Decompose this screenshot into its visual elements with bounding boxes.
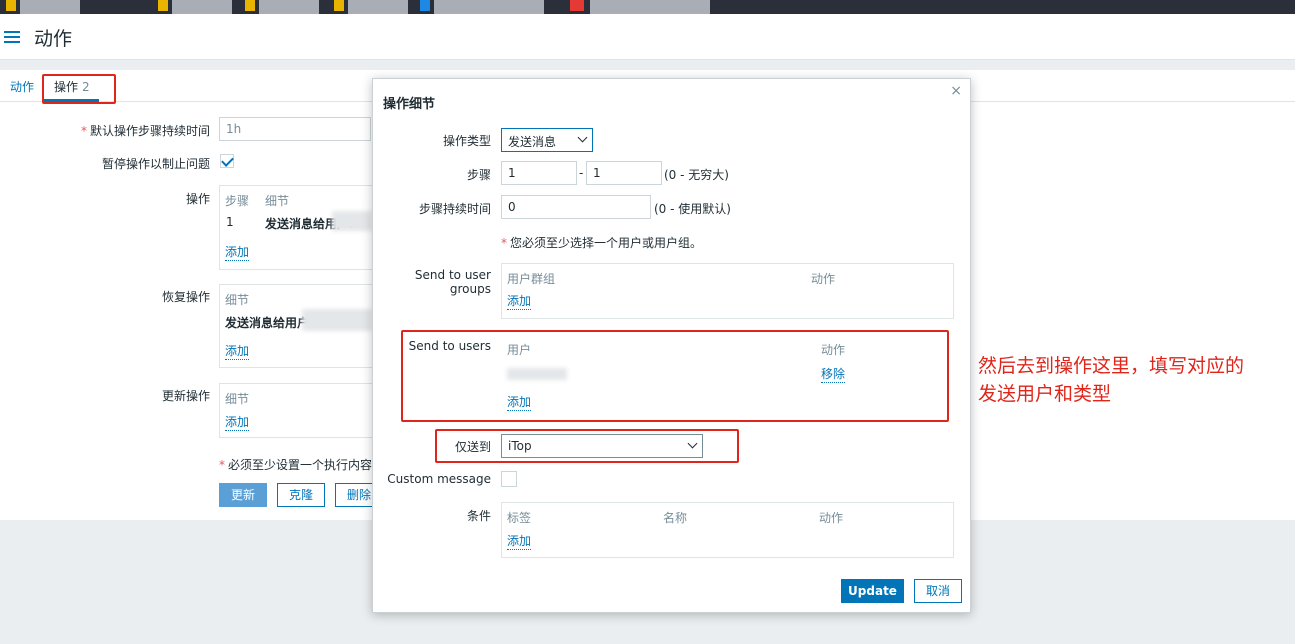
operations-table: 步骤 细节 1 发送消息给用户: 添加 <box>219 185 379 270</box>
custom-message-label: Custom message <box>387 472 491 486</box>
folder-icon[interactable] <box>6 0 16 11</box>
bookmark-icon[interactable] <box>420 0 430 11</box>
highlight-only-send-to <box>435 429 739 463</box>
annotation-text: 然后去到操作这里，填写对应的 发送用户和类型 <box>978 352 1288 408</box>
folder-icon[interactable] <box>334 0 344 11</box>
redacted-area <box>302 309 372 331</box>
page-title: 动作 <box>34 28 73 50</box>
bookmark-item[interactable] <box>172 0 232 14</box>
tag-header: 标签 <box>507 511 532 525</box>
recovery-details[interactable]: 发送消息给用户 <box>225 314 309 331</box>
update-button[interactable]: 更新 <box>219 483 267 507</box>
update-details-header: 细节 <box>225 392 250 406</box>
must-set-note: * 必须至少设置一个执行内容 <box>219 456 372 473</box>
bookmark-item[interactable] <box>259 0 319 14</box>
dialog-title: 操作细节 <box>383 97 436 112</box>
default-duration-input[interactable]: 1h <box>219 117 371 141</box>
bookmark-item[interactable] <box>20 0 80 14</box>
header-gap <box>0 60 1295 70</box>
recovery-label: 恢复操作 <box>161 290 210 304</box>
user-groups-label: Send to user groups <box>414 268 491 296</box>
op-type-value: 发送消息 <box>508 135 557 149</box>
step-separator: - <box>579 166 584 180</box>
highlight-operations-tab <box>42 74 116 104</box>
add-condition-link[interactable]: 添加 <box>507 532 532 550</box>
dialog-cancel-button[interactable]: 取消 <box>914 579 962 603</box>
recovery-details-header: 细节 <box>225 293 250 307</box>
chevron-down-icon <box>577 132 588 143</box>
conditions-label: 条件 <box>466 509 491 523</box>
step-to-input[interactable]: 1 <box>586 161 662 185</box>
folder-icon[interactable] <box>245 0 255 11</box>
bookmark-icon[interactable] <box>570 0 584 11</box>
condition-action-header: 动作 <box>819 511 844 525</box>
step-duration-input[interactable]: 0 <box>501 195 651 219</box>
annotation-line-1: 然后去到操作这里，填写对应的 <box>978 355 1245 377</box>
details-header: 细节 <box>265 194 290 208</box>
bookmark-item[interactable] <box>434 0 544 14</box>
conditions-table: 标签 名称 动作 添加 <box>501 502 954 558</box>
user-group-header: 用户群组 <box>507 272 556 286</box>
bookmarks-bar <box>0 0 1295 14</box>
hamburger-menu-icon[interactable] <box>4 31 20 44</box>
bookmark-item[interactable] <box>348 0 408 14</box>
must-select-user-text: 您必须至少选择一个用户或用户组。 <box>510 236 703 250</box>
close-icon[interactable]: × <box>950 83 962 99</box>
add-operation-link[interactable]: 添加 <box>225 243 250 261</box>
page-header: 动作 <box>0 14 1295 60</box>
redacted-area <box>332 211 372 231</box>
user-groups-table: 用户群组 动作 添加 <box>501 263 954 319</box>
steps-label: 步骤 <box>466 168 491 182</box>
group-action-header: 动作 <box>811 272 836 286</box>
annotation-line-2: 发送用户和类型 <box>978 383 1112 405</box>
recovery-table: 细节 发送消息给用户 添加 <box>219 284 379 368</box>
op-type-select[interactable]: 发送消息 <box>501 128 593 152</box>
required-marker: * <box>80 124 87 138</box>
add-update-operation-link[interactable]: 添加 <box>225 413 250 431</box>
steps-header: 步骤 <box>225 194 250 208</box>
bookmark-item[interactable] <box>590 0 710 14</box>
default-duration-label: * 默认操作步骤持续时间 <box>60 122 210 139</box>
step-from-input[interactable]: 1 <box>501 161 577 185</box>
name-header: 名称 <box>663 511 688 525</box>
tab-action[interactable]: 动作 <box>10 78 34 95</box>
add-recovery-link[interactable]: 添加 <box>225 342 250 360</box>
folder-icon[interactable] <box>158 0 168 11</box>
required-marker: * <box>219 458 225 472</box>
clone-button[interactable]: 克隆 <box>277 483 325 507</box>
operation-step: 1 <box>226 215 234 229</box>
pause-label: 暂停操作以制止问题 <box>101 157 210 171</box>
update-operations-table: 细节 添加 <box>219 383 379 438</box>
default-duration-text: 默认操作步骤持续时间 <box>89 124 210 138</box>
required-marker: * <box>501 236 507 250</box>
dialog-update-button[interactable]: Update <box>841 579 904 603</box>
must-select-user-note: * 您必须至少选择一个用户或用户组。 <box>501 234 702 251</box>
custom-message-checkbox[interactable] <box>501 471 517 487</box>
operations-label: 操作 <box>185 192 210 206</box>
steps-hint: (0 - 无穷大) <box>664 168 729 182</box>
op-type-label: 操作类型 <box>442 134 491 148</box>
add-user-group-link[interactable]: 添加 <box>507 292 532 310</box>
pause-checkbox[interactable] <box>220 154 234 168</box>
must-set-text: 必须至少设置一个执行内容 <box>228 458 373 472</box>
update-operations-label: 更新操作 <box>161 389 210 403</box>
step-duration-label: 步骤持续时间 <box>418 202 491 216</box>
duration-hint: (0 - 使用默认) <box>654 202 731 216</box>
highlight-send-to-users <box>401 330 949 422</box>
